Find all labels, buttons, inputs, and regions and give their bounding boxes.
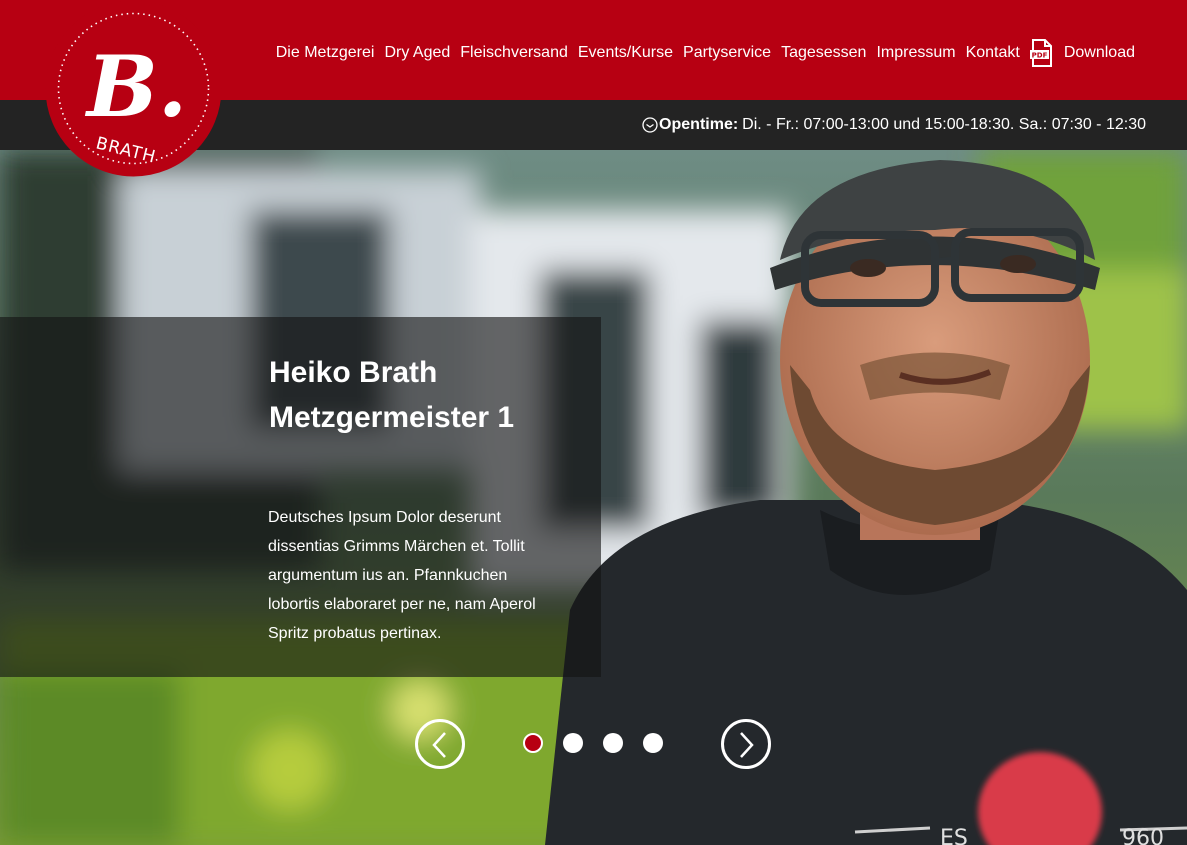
hero-slider: ES 960 Heiko Brath Metzgermeister 1 Deut…: [0, 150, 1187, 845]
brand-logo[interactable]: B. BRATH: [45, 0, 222, 177]
clock-icon: [642, 117, 658, 133]
slide-caption: Heiko Brath Metzgermeister 1 Deutsches I…: [0, 317, 601, 677]
chevron-left-icon: [432, 732, 446, 758]
slider-dot-3[interactable]: [603, 733, 623, 753]
slider-dot-2[interactable]: [563, 733, 583, 753]
opentime-text: Di. - Fr.: 07:00-13:00 und 15:00-18:30. …: [742, 116, 1146, 133]
nav-item-impressum[interactable]: Impressum: [876, 44, 955, 62]
nav-item-events-kurse[interactable]: Events/Kurse: [578, 44, 673, 62]
nav-item-tagesessen[interactable]: Tagesessen: [781, 44, 866, 62]
download-label: Download: [1063, 44, 1135, 61]
logo-letter: B.: [85, 37, 187, 136]
svg-text:960: 960: [1122, 826, 1164, 845]
slider-dot-1[interactable]: [523, 733, 543, 753]
main-nav: Die Metzgerei Dry Aged Fleischversand Ev…: [276, 39, 1135, 67]
svg-text:ES: ES: [940, 826, 968, 845]
pdf-icon: PDF: [1029, 39, 1052, 67]
nav-item-die-metzgerei[interactable]: Die Metzgerei: [276, 44, 375, 62]
svg-text:PDF: PDF: [1031, 52, 1047, 60]
download-link[interactable]: PDF Download: [1029, 39, 1135, 67]
nav-item-partyservice[interactable]: Partyservice: [683, 44, 771, 62]
slide-title: Heiko Brath Metzgermeister 1: [269, 350, 569, 440]
opening-hours: Opentime: Di. - Fr.: 07:00-13:00 und 15:…: [642, 116, 1146, 134]
slider-next-button[interactable]: [721, 719, 771, 769]
chevron-right-icon: [740, 732, 754, 758]
slider-pagination: [523, 733, 683, 753]
slide-title-line2: Metzgermeister 1: [269, 401, 515, 434]
slide-title-line1: Heiko Brath: [269, 356, 438, 389]
nav-item-kontakt[interactable]: Kontakt: [966, 44, 1020, 62]
slide-text: Deutsches Ipsum Dolor deserunt dissentia…: [268, 509, 536, 642]
nav-item-dry-aged[interactable]: Dry Aged: [384, 44, 450, 62]
opentime-label: Opentime:: [659, 116, 739, 133]
slider-prev-button[interactable]: [415, 719, 465, 769]
nav-item-fleischversand[interactable]: Fleischversand: [460, 44, 568, 62]
slider-dot-4[interactable]: [643, 733, 663, 753]
